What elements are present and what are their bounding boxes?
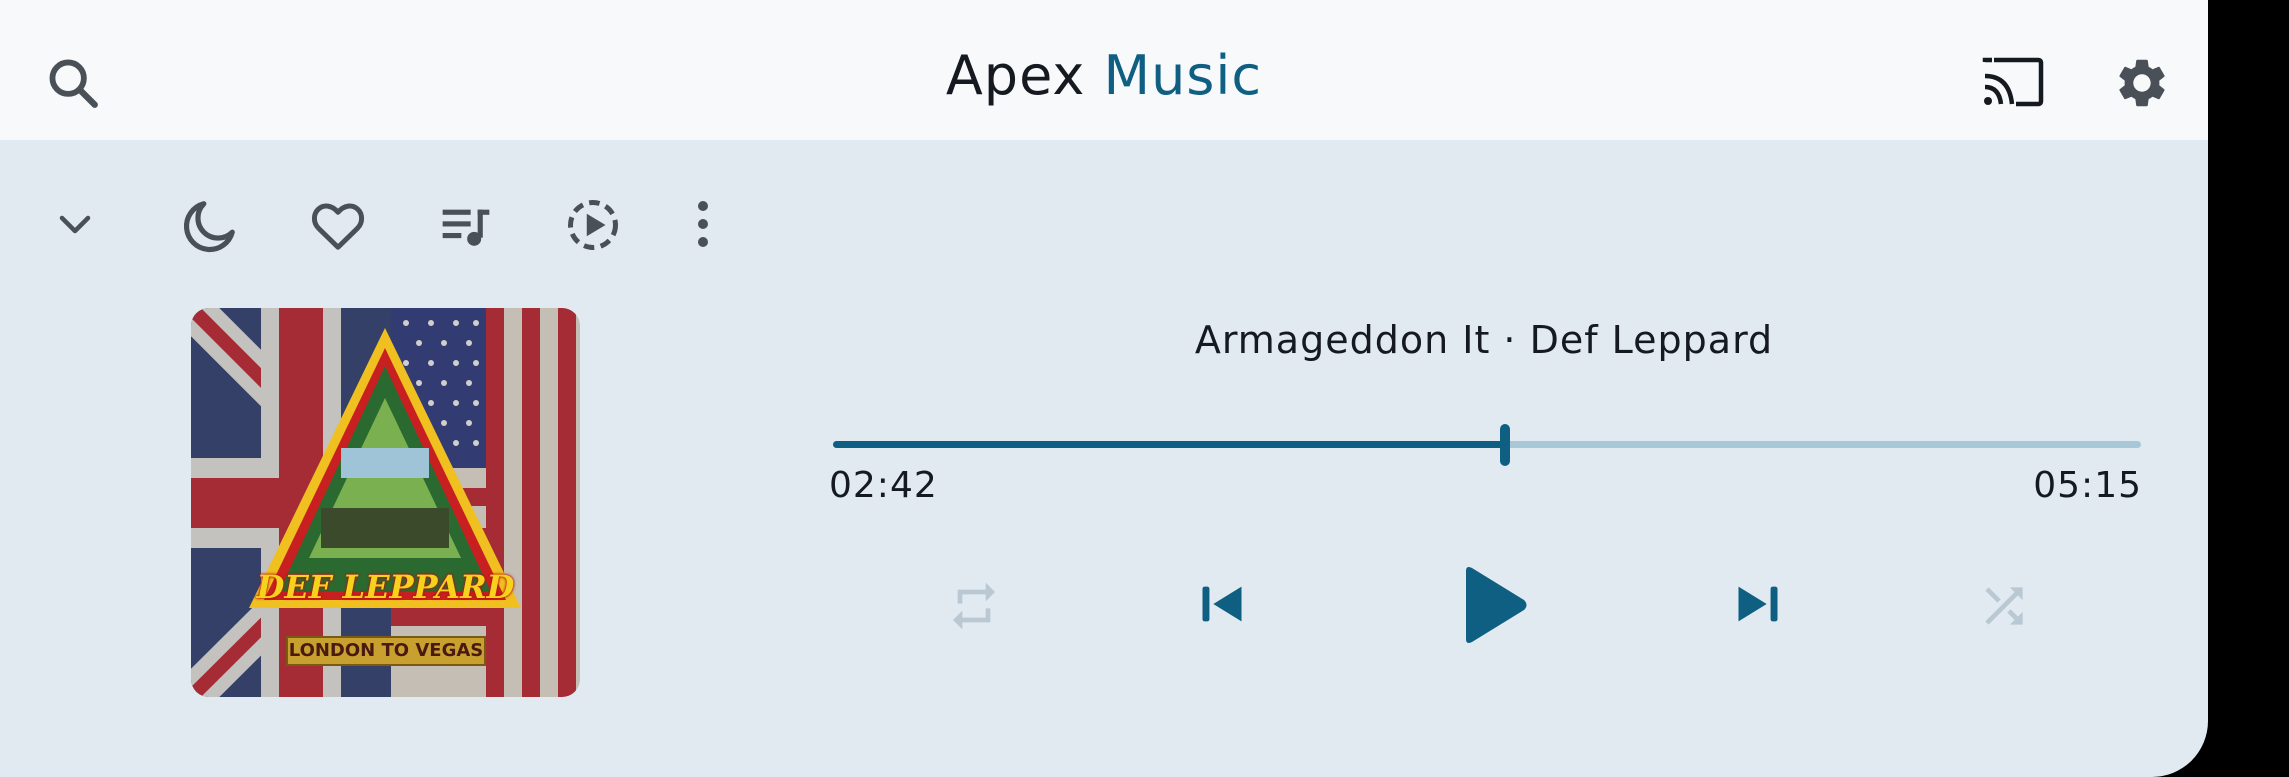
shuffle-icon[interactable]	[1976, 578, 2032, 634]
player-screen: Apex Music DEF LEPPARD LONDON TO VEGAS A…	[0, 0, 2208, 777]
cast-icon[interactable]	[1982, 56, 2044, 108]
settings-icon[interactable]	[2113, 54, 2171, 112]
seek-bar-fill	[833, 441, 1506, 448]
app-title-part2: Music	[1103, 44, 1263, 107]
more-options-icon[interactable]	[688, 198, 718, 254]
seek-bar[interactable]	[833, 424, 2141, 466]
album-art[interactable]: DEF LEPPARD LONDON TO VEGAS	[191, 308, 580, 697]
total-duration: 05:15	[2033, 465, 2142, 506]
app-bar: Apex Music	[0, 0, 2208, 140]
repeat-icon[interactable]	[946, 578, 1002, 634]
app-title: Apex Music	[0, 44, 2208, 107]
next-icon[interactable]	[1732, 578, 1784, 630]
play-icon[interactable]	[1460, 565, 1530, 645]
playlist-icon[interactable]	[438, 198, 494, 254]
favorite-heart-icon[interactable]	[308, 196, 368, 256]
seek-bar-thumb[interactable]	[1500, 424, 1511, 466]
sleep-timer-moon-icon[interactable]	[178, 196, 240, 258]
elapsed-time: 02:42	[829, 465, 938, 506]
playback-speed-icon[interactable]	[563, 195, 623, 255]
previous-icon[interactable]	[1196, 578, 1248, 630]
app-title-part1: Apex	[945, 44, 1086, 107]
album-logo-text: DEF LEPPARD	[256, 568, 515, 606]
album-subtitle-text: LONDON TO VEGAS	[286, 636, 486, 666]
chevron-down-icon[interactable]	[54, 208, 96, 242]
song-title-artist: Armageddon It · Def Leppard	[1194, 318, 1774, 362]
